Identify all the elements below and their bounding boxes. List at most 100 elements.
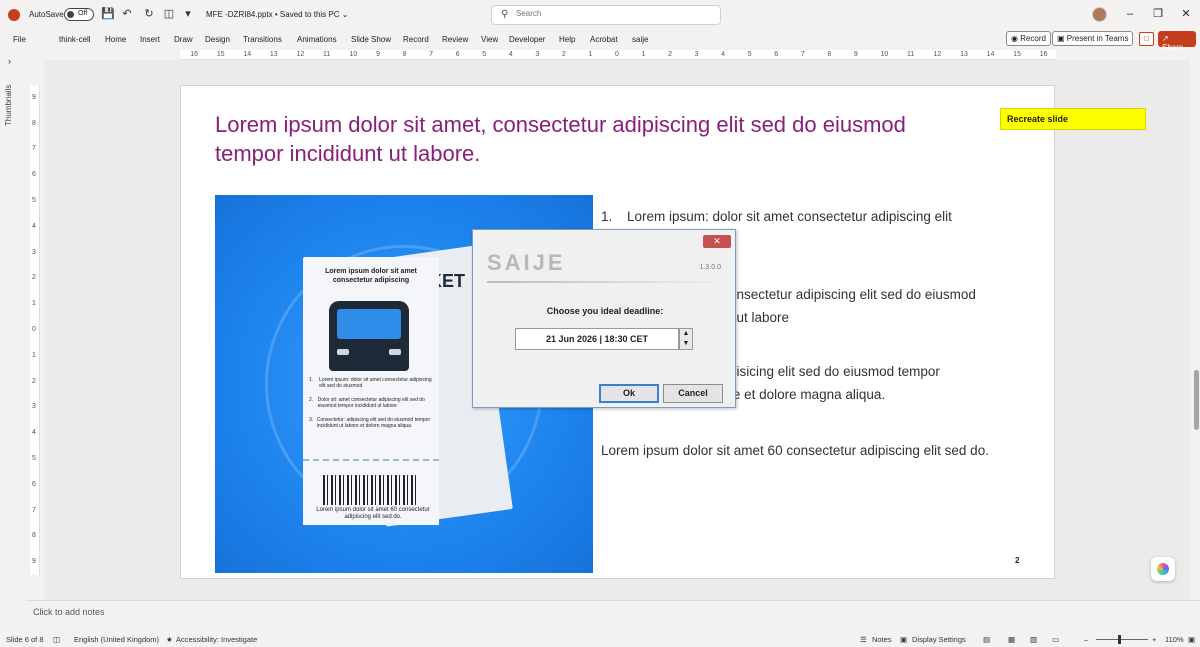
zoom-slider[interactable] bbox=[1096, 639, 1148, 640]
ruler-tick: 0 bbox=[615, 51, 619, 58]
cancel-button[interactable]: Cancel bbox=[663, 384, 723, 403]
ruler-tick: 4 bbox=[721, 51, 726, 58]
normal-view-icon[interactable]: ▤ bbox=[983, 635, 990, 644]
search-input[interactable] bbox=[516, 9, 696, 18]
display-settings-button[interactable]: Display Settings bbox=[912, 635, 966, 644]
saije-deadline-dialog: ✕ SAIJE 1.3.0.0 Choose you ideal deadlin… bbox=[472, 229, 736, 408]
tab-file[interactable]: File bbox=[13, 35, 26, 44]
reading-view-icon[interactable]: ▧ bbox=[1030, 635, 1037, 644]
tab-transitions[interactable]: Transitions bbox=[243, 35, 282, 44]
zoom-level[interactable]: 110% bbox=[1165, 635, 1184, 644]
sticky-note[interactable]: Recreate slide bbox=[1000, 108, 1146, 130]
tab-draw[interactable]: Draw bbox=[174, 35, 193, 44]
tab-think-cell[interactable]: think-cell bbox=[59, 35, 91, 44]
comments-icon[interactable]: □ bbox=[1139, 32, 1154, 46]
ruler-tick: 7 bbox=[800, 51, 805, 58]
ruler-tick: 2 bbox=[561, 51, 566, 58]
spin-up-icon[interactable]: ▲ bbox=[680, 329, 692, 339]
notes-placeholder[interactable]: Click to add notes bbox=[33, 607, 105, 617]
chevron-right-icon[interactable]: › bbox=[8, 56, 11, 66]
ruler-tick: 3 bbox=[694, 51, 699, 58]
deadline-date-field[interactable]: 21 Jun 2026 | 18:30 CET bbox=[515, 328, 679, 350]
deadline-prompt: Choose you ideal deadline: bbox=[546, 306, 664, 316]
avatar[interactable] bbox=[1092, 7, 1107, 22]
minimize-icon[interactable]: – bbox=[1124, 8, 1136, 20]
ruler-tick: 4 bbox=[32, 222, 36, 230]
tab-saije[interactable]: saije bbox=[632, 35, 648, 44]
notes-pane[interactable]: Click to add notes bbox=[26, 600, 1200, 632]
document-title[interactable]: MFE -DZRI84.pptx • Saved to this PC ⌄ bbox=[206, 10, 348, 19]
customize-toolbar-icon[interactable]: ▾ bbox=[182, 8, 194, 20]
redo-icon[interactable]: ↻ bbox=[143, 8, 155, 20]
tab-home[interactable]: Home bbox=[105, 35, 126, 44]
fit-slide-icon[interactable]: ▣ bbox=[1188, 635, 1195, 644]
accessibility-status[interactable]: Accessibility: Investigate bbox=[176, 635, 257, 644]
ruler-tick: 10 bbox=[880, 51, 889, 58]
tab-design[interactable]: Design bbox=[205, 35, 230, 44]
spin-down-icon[interactable]: ▼ bbox=[680, 339, 692, 349]
undo-icon[interactable]: ↶ bbox=[121, 8, 133, 20]
ruler-tick: 4 bbox=[32, 429, 36, 437]
copilot-icon bbox=[1157, 563, 1169, 575]
record-dot-icon: ◉ bbox=[1011, 34, 1021, 43]
ruler-tick: 5 bbox=[482, 51, 487, 58]
restore-icon[interactable]: ❐ bbox=[1152, 8, 1164, 20]
ruler-tick: 8 bbox=[32, 532, 36, 540]
notes-icon: ☰ bbox=[860, 635, 867, 644]
ruler-tick: 15 bbox=[216, 51, 225, 58]
saije-logo: SAIJE bbox=[487, 250, 566, 275]
present-in-teams-label: Present in Teams bbox=[1066, 34, 1129, 43]
autosave-toggle[interactable]: Off bbox=[64, 8, 94, 21]
notes-toggle[interactable]: Notes bbox=[872, 635, 892, 644]
spelling-icon[interactable]: ◫ bbox=[53, 635, 60, 644]
tab-developer[interactable]: Developer bbox=[509, 35, 545, 44]
thumbnails-label[interactable]: Thumbnails bbox=[4, 85, 13, 126]
slide-sorter-icon[interactable]: ▦ bbox=[1008, 635, 1015, 644]
tab-help[interactable]: Help bbox=[559, 35, 575, 44]
present-from-start-icon[interactable]: ◫ bbox=[163, 8, 175, 20]
ruler-tick: 3 bbox=[32, 248, 36, 256]
zoom-in-icon[interactable]: + bbox=[1152, 635, 1156, 644]
ruler-tick: 9 bbox=[376, 51, 380, 58]
vertical-scrollbar[interactable] bbox=[1192, 60, 1200, 600]
ok-button[interactable]: Ok bbox=[599, 384, 659, 403]
slide-show-icon[interactable]: ▭ bbox=[1052, 635, 1059, 644]
ruler-tick: 9 bbox=[32, 93, 36, 101]
ruler-tick: 1 bbox=[641, 51, 646, 58]
language-indicator[interactable]: English (United Kingdom) bbox=[74, 635, 159, 644]
copilot-button[interactable] bbox=[1151, 557, 1175, 581]
tab-view[interactable]: View bbox=[481, 35, 498, 44]
ruler-tick: 1 bbox=[588, 51, 593, 58]
ruler-tick: 3 bbox=[535, 51, 540, 58]
ruler-tick: 13 bbox=[269, 51, 278, 58]
zoom-slider-thumb[interactable] bbox=[1118, 635, 1121, 644]
barcode-icon bbox=[323, 475, 419, 505]
search-box[interactable]: ⚲ bbox=[491, 5, 721, 25]
save-icon[interactable]: 💾 bbox=[101, 8, 115, 20]
tab-record[interactable]: Record bbox=[403, 35, 429, 44]
tab-acrobat[interactable]: Acrobat bbox=[590, 35, 618, 44]
share-button[interactable]: ↗ Share bbox=[1158, 31, 1196, 52]
share-icon: ↗ bbox=[1162, 34, 1169, 43]
slide-counter: Slide 6 of 8 bbox=[6, 635, 44, 644]
ruler-tick: 8 bbox=[827, 51, 832, 58]
ruler-tick: 7 bbox=[429, 51, 434, 58]
zoom-out-icon[interactable]: – bbox=[1084, 635, 1088, 644]
tab-review[interactable]: Review bbox=[442, 35, 468, 44]
toggle-knob bbox=[67, 11, 74, 18]
scrollbar-thumb[interactable] bbox=[1194, 370, 1199, 430]
tab-slide-show[interactable]: Slide Show bbox=[351, 35, 391, 44]
record-button[interactable]: ◉ Record bbox=[1006, 31, 1051, 46]
ruler-tick: 11 bbox=[323, 51, 331, 58]
tab-animations[interactable]: Animations bbox=[297, 35, 337, 44]
date-spinner[interactable]: ▲ ▼ bbox=[679, 328, 693, 350]
powerpoint-logo-icon bbox=[8, 9, 20, 21]
slide-title[interactable]: Lorem ipsum dolor sit amet, consectetur … bbox=[215, 110, 975, 168]
tab-insert[interactable]: Insert bbox=[140, 35, 160, 44]
accessibility-icon: ★ bbox=[166, 635, 173, 644]
present-in-teams-button[interactable]: ▣ Present in Teams bbox=[1052, 31, 1134, 46]
close-icon[interactable]: ✕ bbox=[703, 235, 731, 248]
autosave-label: AutoSave bbox=[29, 10, 64, 19]
divider bbox=[487, 281, 723, 283]
close-window-icon[interactable]: ✕ bbox=[1180, 8, 1192, 20]
